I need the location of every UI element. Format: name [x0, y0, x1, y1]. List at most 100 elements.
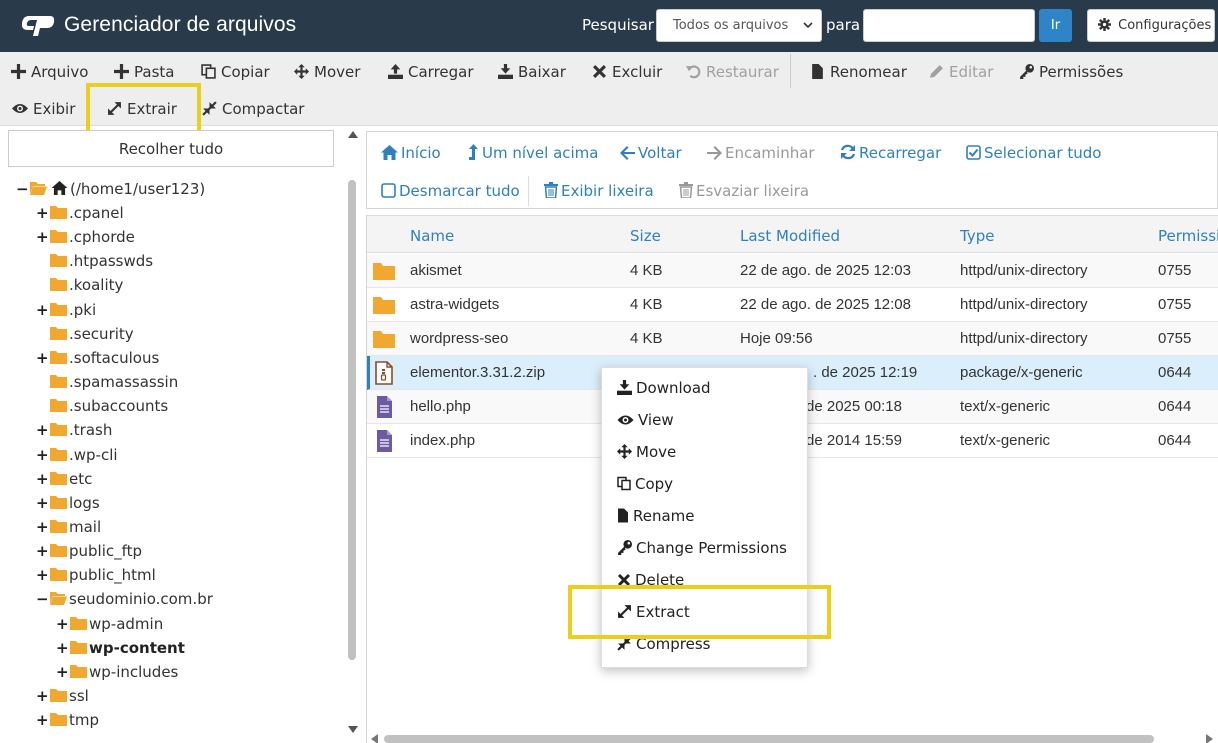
- context-permissions-item[interactable]: Change Permissions: [617, 537, 787, 559]
- context-move-item[interactable]: Move: [617, 441, 676, 463]
- scroll-right-arrow-icon[interactable]: [1206, 734, 1213, 743]
- copy-button[interactable]: Copiar: [201, 56, 270, 88]
- context-copy-item[interactable]: Copy: [617, 473, 673, 495]
- delete-button[interactable]: Excluir: [592, 56, 662, 88]
- column-size-header[interactable]: Size: [630, 227, 661, 245]
- tree-item[interactable]: + .cpanel: [36, 201, 124, 225]
- tree-item-label: public_ftp: [69, 542, 143, 561]
- scroll-up-arrow-icon[interactable]: [348, 131, 358, 138]
- restore-button[interactable]: Restaurar: [686, 56, 779, 88]
- expand-toggle[interactable]: +: [36, 443, 49, 467]
- unselect-all-button[interactable]: Desmarcar tudo: [381, 181, 520, 201]
- checkbox-checked-icon: [966, 145, 981, 160]
- search-scope-select[interactable]: Todos os arquivos: [656, 9, 822, 42]
- tree-item[interactable]: + public_html: [36, 563, 156, 587]
- tree-scrollbar-thumb[interactable]: [348, 180, 356, 660]
- tree-item[interactable]: + wp-admin: [56, 612, 163, 636]
- tree-item[interactable]: .spamassassin: [36, 370, 178, 394]
- tree-item[interactable]: + .softaculous: [36, 346, 159, 370]
- column-permissions-header[interactable]: Permissi: [1158, 227, 1218, 245]
- expand-toggle[interactable]: +: [56, 612, 69, 636]
- new-file-button[interactable]: Arquivo: [11, 56, 88, 88]
- view-trash-button[interactable]: Exibir lixeira: [544, 181, 654, 201]
- context-download-item[interactable]: Download: [617, 377, 711, 399]
- context-view-item[interactable]: View: [617, 409, 674, 431]
- column-type-header[interactable]: Type: [960, 227, 994, 245]
- context-rename-item[interactable]: Rename: [617, 505, 695, 527]
- folder-open-icon: [50, 592, 67, 606]
- collapse-toggle[interactable]: −: [16, 177, 29, 201]
- column-name-header[interactable]: Name: [410, 227, 454, 245]
- expand-toggle[interactable]: +: [36, 298, 49, 322]
- upload-button[interactable]: Carregar: [388, 56, 474, 88]
- tree-item[interactable]: + .trash: [36, 418, 112, 442]
- expand-toggle[interactable]: +: [36, 563, 49, 587]
- expand-toggle[interactable]: +: [36, 418, 49, 442]
- scroll-down-arrow-icon[interactable]: [348, 726, 358, 733]
- expand-toggle[interactable]: +: [36, 539, 49, 563]
- tree-item[interactable]: + .pki: [36, 298, 96, 322]
- go-button[interactable]: Ir: [1039, 9, 1072, 42]
- tree-item[interactable]: + logs: [36, 491, 100, 515]
- move-button[interactable]: Mover: [294, 56, 360, 88]
- tree-item[interactable]: + .cphorde: [36, 225, 135, 249]
- settings-button[interactable]: Configurações: [1087, 9, 1215, 42]
- empty-trash-button[interactable]: Esvaziar lixeira: [679, 181, 809, 201]
- select-all-button[interactable]: Selecionar tudo: [966, 143, 1101, 163]
- tree-item[interactable]: + tmp: [36, 708, 99, 732]
- expand-toggle[interactable]: +: [36, 684, 49, 708]
- collapse-all-button[interactable]: Recolher tudo: [8, 130, 334, 167]
- folder-icon: [50, 495, 67, 509]
- reload-button[interactable]: Recarregar: [840, 143, 941, 163]
- horizontal-scrollbar-thumb[interactable]: [384, 735, 1154, 743]
- expand-toggle[interactable]: +: [36, 225, 49, 249]
- tree-item[interactable]: .subaccounts: [36, 394, 168, 418]
- tree-item[interactable]: − seudominio.com.br: [36, 587, 213, 611]
- expand-toggle[interactable]: +: [36, 708, 49, 732]
- folder-icon: [50, 230, 67, 244]
- folder-icon: [50, 713, 67, 727]
- edit-button[interactable]: Editar: [929, 56, 993, 88]
- expand-toggle[interactable]: +: [36, 201, 49, 225]
- rename-button[interactable]: Renomear: [810, 56, 907, 88]
- column-modified-header[interactable]: Last Modified: [740, 227, 840, 245]
- file-permissions: 0755: [1158, 262, 1192, 279]
- expand-toggle[interactable]: +: [36, 346, 49, 370]
- back-button[interactable]: Voltar: [620, 143, 682, 163]
- tree-item[interactable]: + wp-content: [56, 636, 185, 660]
- scroll-left-arrow-icon[interactable]: [371, 734, 378, 743]
- home-button[interactable]: Início: [381, 143, 441, 163]
- copy-icon: [617, 476, 631, 491]
- tree-item[interactable]: + .wp-cli: [36, 443, 118, 467]
- tree-item[interactable]: .security: [36, 322, 134, 346]
- tree-item[interactable]: .koality: [36, 273, 123, 297]
- search-input[interactable]: [863, 9, 1035, 42]
- file-modified: . de 2025 12:19: [813, 364, 918, 381]
- tree-item[interactable]: + etc: [36, 467, 92, 491]
- compress-button[interactable]: Compactar: [202, 93, 304, 125]
- download-button[interactable]: Baixar: [498, 56, 566, 88]
- expand-toggle[interactable]: +: [36, 515, 49, 539]
- tree-item[interactable]: .htpasswds: [36, 249, 153, 273]
- tree-item[interactable]: + public_ftp: [36, 539, 142, 563]
- key-icon: [618, 540, 632, 555]
- table-row[interactable]: wordpress-seo 4 KB Hoje 09:56 httpd/unix…: [367, 322, 1218, 356]
- expand-toggle[interactable]: +: [36, 467, 49, 491]
- checkbox-empty-icon: [381, 183, 396, 198]
- tree-item[interactable]: + mail: [36, 515, 101, 539]
- up-one-level-button[interactable]: Um nível acima: [468, 143, 598, 163]
- view-button[interactable]: Exibir: [12, 93, 75, 125]
- file-name: hello.php: [410, 398, 471, 415]
- expand-toggle[interactable]: +: [56, 660, 69, 684]
- permissions-button[interactable]: Permissões: [1019, 56, 1123, 88]
- file-type: httpd/unix-directory: [960, 262, 1088, 279]
- tree-item[interactable]: + ssl: [36, 684, 89, 708]
- tree-root[interactable]: − (/home1/user123): [16, 177, 205, 201]
- expand-toggle[interactable]: +: [56, 636, 69, 660]
- forward-button[interactable]: Encaminhar: [707, 143, 815, 163]
- table-row[interactable]: astra-widgets 4 KB 22 de ago. de 2025 12…: [367, 288, 1218, 322]
- tree-item[interactable]: + wp-includes: [56, 660, 178, 684]
- expand-toggle[interactable]: −: [36, 587, 49, 611]
- expand-toggle[interactable]: +: [36, 491, 49, 515]
- table-row[interactable]: akismet 4 KB 22 de ago. de 2025 12:03 ht…: [367, 254, 1218, 288]
